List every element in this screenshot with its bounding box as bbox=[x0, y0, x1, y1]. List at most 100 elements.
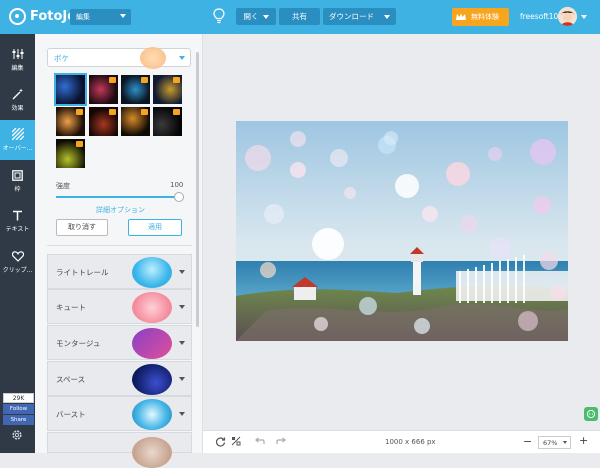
nav-item-effects[interactable]: 効果 bbox=[0, 80, 35, 120]
category-preview bbox=[132, 257, 172, 288]
zoom-out-button[interactable]: − bbox=[523, 435, 532, 448]
apply-label: 適用 bbox=[148, 223, 162, 231]
overlay-category-dropdown[interactable]: ボケ bbox=[47, 47, 191, 69]
nav-item-text[interactable]: テキスト bbox=[0, 201, 35, 241]
zoom-select[interactable]: 67% bbox=[538, 436, 571, 449]
bokeh-thumbnail[interactable] bbox=[153, 107, 182, 136]
overlay-stripes-icon bbox=[11, 128, 24, 140]
chevron-down-icon bbox=[179, 412, 185, 416]
bottom-toolbar: 1000 x 666 px − 67% + bbox=[203, 430, 600, 453]
bokeh-thumbnail[interactable] bbox=[89, 75, 118, 104]
cancel-label: 取り消す bbox=[68, 223, 96, 231]
free-trial-label: 無料体験 bbox=[471, 13, 499, 21]
nav-item-clipart[interactable]: クリップ... bbox=[0, 242, 35, 282]
category-more[interactable] bbox=[47, 432, 192, 468]
lightbulb-icon[interactable] bbox=[213, 8, 225, 24]
gear-icon[interactable] bbox=[11, 429, 23, 441]
category-montage[interactable]: モンタージュ bbox=[47, 325, 192, 360]
flip-icon[interactable] bbox=[231, 436, 242, 447]
facebook-share-button[interactable]: Share bbox=[3, 415, 34, 425]
apply-button[interactable]: 適用 bbox=[128, 219, 182, 236]
strength-value: 100 bbox=[170, 181, 184, 189]
canvas-dimensions: 1000 x 666 px bbox=[385, 438, 436, 446]
bokeh-thumbnail[interactable] bbox=[56, 139, 85, 168]
strength-label: 強度 bbox=[56, 182, 70, 190]
nav-label: オーバー... bbox=[2, 145, 33, 152]
top-bar: FotoJet 編集 開く 共有 ダウンロード 無料体験 freesoft100 bbox=[0, 0, 600, 34]
mode-select-label: 編集 bbox=[76, 13, 90, 21]
share-label: 共有 bbox=[292, 12, 307, 21]
chevron-down-icon bbox=[179, 56, 185, 60]
bokeh-thumbnail[interactable] bbox=[56, 107, 85, 136]
zoom-value: 67% bbox=[543, 439, 558, 447]
nav-item-overlay[interactable]: オーバー... bbox=[0, 120, 35, 160]
detail-options-link[interactable]: 詳細オプション bbox=[96, 205, 145, 215]
open-label: 開く bbox=[243, 12, 259, 21]
panel-scrollbar[interactable] bbox=[196, 52, 199, 327]
chat-icon[interactable] bbox=[584, 407, 598, 421]
category-preview bbox=[132, 364, 172, 395]
chevron-down-icon bbox=[179, 270, 185, 274]
category-preview bbox=[132, 328, 172, 359]
avatar[interactable] bbox=[558, 7, 577, 26]
username[interactable]: freesoft100 bbox=[520, 12, 563, 21]
share-button[interactable]: 共有 bbox=[279, 8, 320, 25]
premium-crown-icon bbox=[76, 141, 83, 147]
lighthouse-photo bbox=[236, 121, 568, 341]
mode-select[interactable]: 編集 bbox=[70, 9, 131, 25]
category-cute[interactable]: キュート bbox=[47, 289, 192, 324]
category-light-trail[interactable]: ライトトレール bbox=[47, 254, 192, 289]
bokeh-thumbnail[interactable] bbox=[121, 75, 150, 104]
download-button[interactable]: ダウンロード bbox=[323, 8, 396, 25]
category-burst[interactable]: バースト bbox=[47, 396, 192, 431]
bokeh-thumbnail[interactable] bbox=[89, 107, 118, 136]
category-preview bbox=[132, 292, 172, 323]
nav-label: 枠 bbox=[14, 185, 21, 193]
strength-slider-track[interactable] bbox=[56, 196, 182, 198]
premium-crown-icon bbox=[173, 109, 180, 115]
bokeh-thumbnail[interactable] bbox=[153, 75, 182, 104]
nav-label: 編集 bbox=[11, 65, 24, 72]
facebook-share-label: Share bbox=[10, 417, 27, 423]
bokeh-preview bbox=[140, 47, 166, 69]
nav-item-frame[interactable]: 枠 bbox=[0, 161, 35, 201]
sliders-icon bbox=[12, 49, 23, 59]
nav-label: テキスト bbox=[5, 225, 30, 233]
category-space[interactable]: スペース bbox=[47, 361, 192, 396]
category-preview bbox=[132, 399, 172, 430]
zoom-in-button[interactable]: + bbox=[579, 434, 588, 447]
premium-crown-icon bbox=[173, 77, 180, 83]
chevron-down-icon bbox=[563, 441, 567, 444]
free-trial-button[interactable]: 無料体験 bbox=[452, 8, 509, 26]
chevron-down-icon bbox=[179, 341, 185, 345]
edited-photo[interactable] bbox=[236, 121, 568, 341]
premium-crown-icon bbox=[76, 109, 83, 115]
bokeh-thumbnail[interactable] bbox=[121, 107, 150, 136]
premium-crown-icon bbox=[109, 109, 116, 115]
strength-slider-handle[interactable] bbox=[174, 192, 184, 202]
chevron-down-icon bbox=[384, 14, 390, 19]
category-label: ライトトレール bbox=[56, 268, 109, 277]
undo-icon[interactable] bbox=[254, 436, 265, 447]
redo-icon[interactable] bbox=[276, 436, 287, 447]
frame-icon bbox=[12, 169, 23, 181]
premium-crown-icon bbox=[141, 109, 148, 115]
crown-icon bbox=[455, 11, 467, 23]
cancel-button[interactable]: 取り消す bbox=[56, 219, 108, 236]
nav-item-edit[interactable]: 編集 bbox=[0, 40, 35, 80]
open-button[interactable]: 開く bbox=[236, 8, 276, 25]
nav-label: クリップ... bbox=[2, 266, 33, 274]
rotate-icon[interactable] bbox=[215, 436, 226, 447]
heart-icon bbox=[11, 250, 24, 262]
divider bbox=[47, 245, 192, 246]
chevron-down-icon bbox=[120, 14, 126, 18]
bokeh-thumbnail[interactable] bbox=[54, 73, 87, 106]
chevron-down-icon bbox=[179, 377, 185, 381]
category-label: バースト bbox=[56, 410, 86, 419]
premium-crown-icon bbox=[109, 77, 116, 83]
facebook-follow-button[interactable]: Follow bbox=[3, 404, 34, 414]
overlay-category-label: ボケ bbox=[54, 54, 69, 63]
category-label: モンタージュ bbox=[56, 339, 101, 348]
nav-label: 効果 bbox=[11, 105, 24, 112]
chevron-down-icon[interactable] bbox=[581, 15, 587, 19]
